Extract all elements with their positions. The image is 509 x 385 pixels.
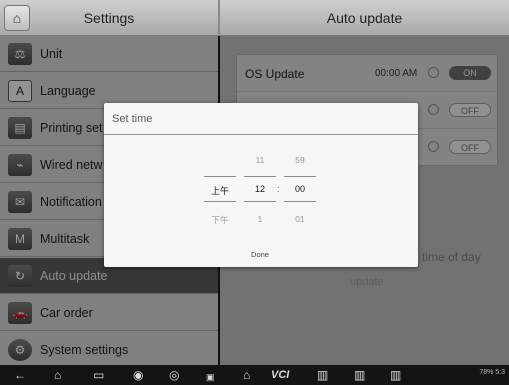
diagnostics-icon[interactable]: ▥ <box>317 367 328 383</box>
time-separator: : <box>277 184 280 194</box>
ampm-line-bottom <box>204 201 236 202</box>
shop-icon[interactable]: ▥ <box>390 367 401 383</box>
settings-title: Settings <box>83 10 135 26</box>
hour-line-bottom <box>244 201 276 202</box>
camera-icon[interactable]: ◎ <box>169 367 179 383</box>
minute-line-bottom <box>284 201 316 202</box>
header-bar: Settings ⌂ Auto update <box>0 0 509 36</box>
screenshot-icon[interactable]: ▣ <box>206 369 215 385</box>
home-icon[interactable]: ⌂ <box>54 367 61 383</box>
dialog-divider <box>104 134 418 135</box>
dialog-title: Set time <box>112 113 153 125</box>
service-icon[interactable]: ▥ <box>354 367 365 383</box>
set-time-dialog: Set time 上午 下午 11 12 1 : 59 00 01 Done <box>104 103 418 267</box>
minute-selected[interactable]: 00 <box>284 184 316 194</box>
bottom-navbar: ← ⌂ ▭ ◉ ◎ ▣ ⌂ VCI ▥ ▥ ▥ 78% 5:3 <box>0 365 509 385</box>
vci-icon[interactable]: VCI <box>271 367 289 383</box>
minute-line-top <box>284 176 316 177</box>
done-button[interactable]: Done <box>240 250 280 259</box>
hour-selected[interactable]: 12 <box>244 184 276 194</box>
minute-below[interactable]: 01 <box>284 214 316 224</box>
auto-update-title: Auto update <box>326 10 403 26</box>
status-indicators: 78% 5:3 <box>479 369 505 376</box>
home-button[interactable]: ⌂ <box>4 5 30 31</box>
home-icon: ⌂ <box>12 10 22 26</box>
browser-icon[interactable]: ◉ <box>133 367 143 383</box>
hour-below[interactable]: 1 <box>244 214 276 224</box>
back-icon[interactable]: ← <box>14 367 26 383</box>
hour-line-top <box>244 176 276 177</box>
recents-icon[interactable]: ▭ <box>93 367 104 383</box>
minute-above[interactable]: 59 <box>284 155 316 165</box>
ampm-line-top <box>204 176 236 177</box>
autel-home-icon[interactable]: ⌂ <box>243 367 250 383</box>
hour-above[interactable]: 11 <box>244 155 276 165</box>
ampm-selected[interactable]: 上午 <box>204 184 236 197</box>
ampm-below[interactable]: 下午 <box>204 214 236 226</box>
